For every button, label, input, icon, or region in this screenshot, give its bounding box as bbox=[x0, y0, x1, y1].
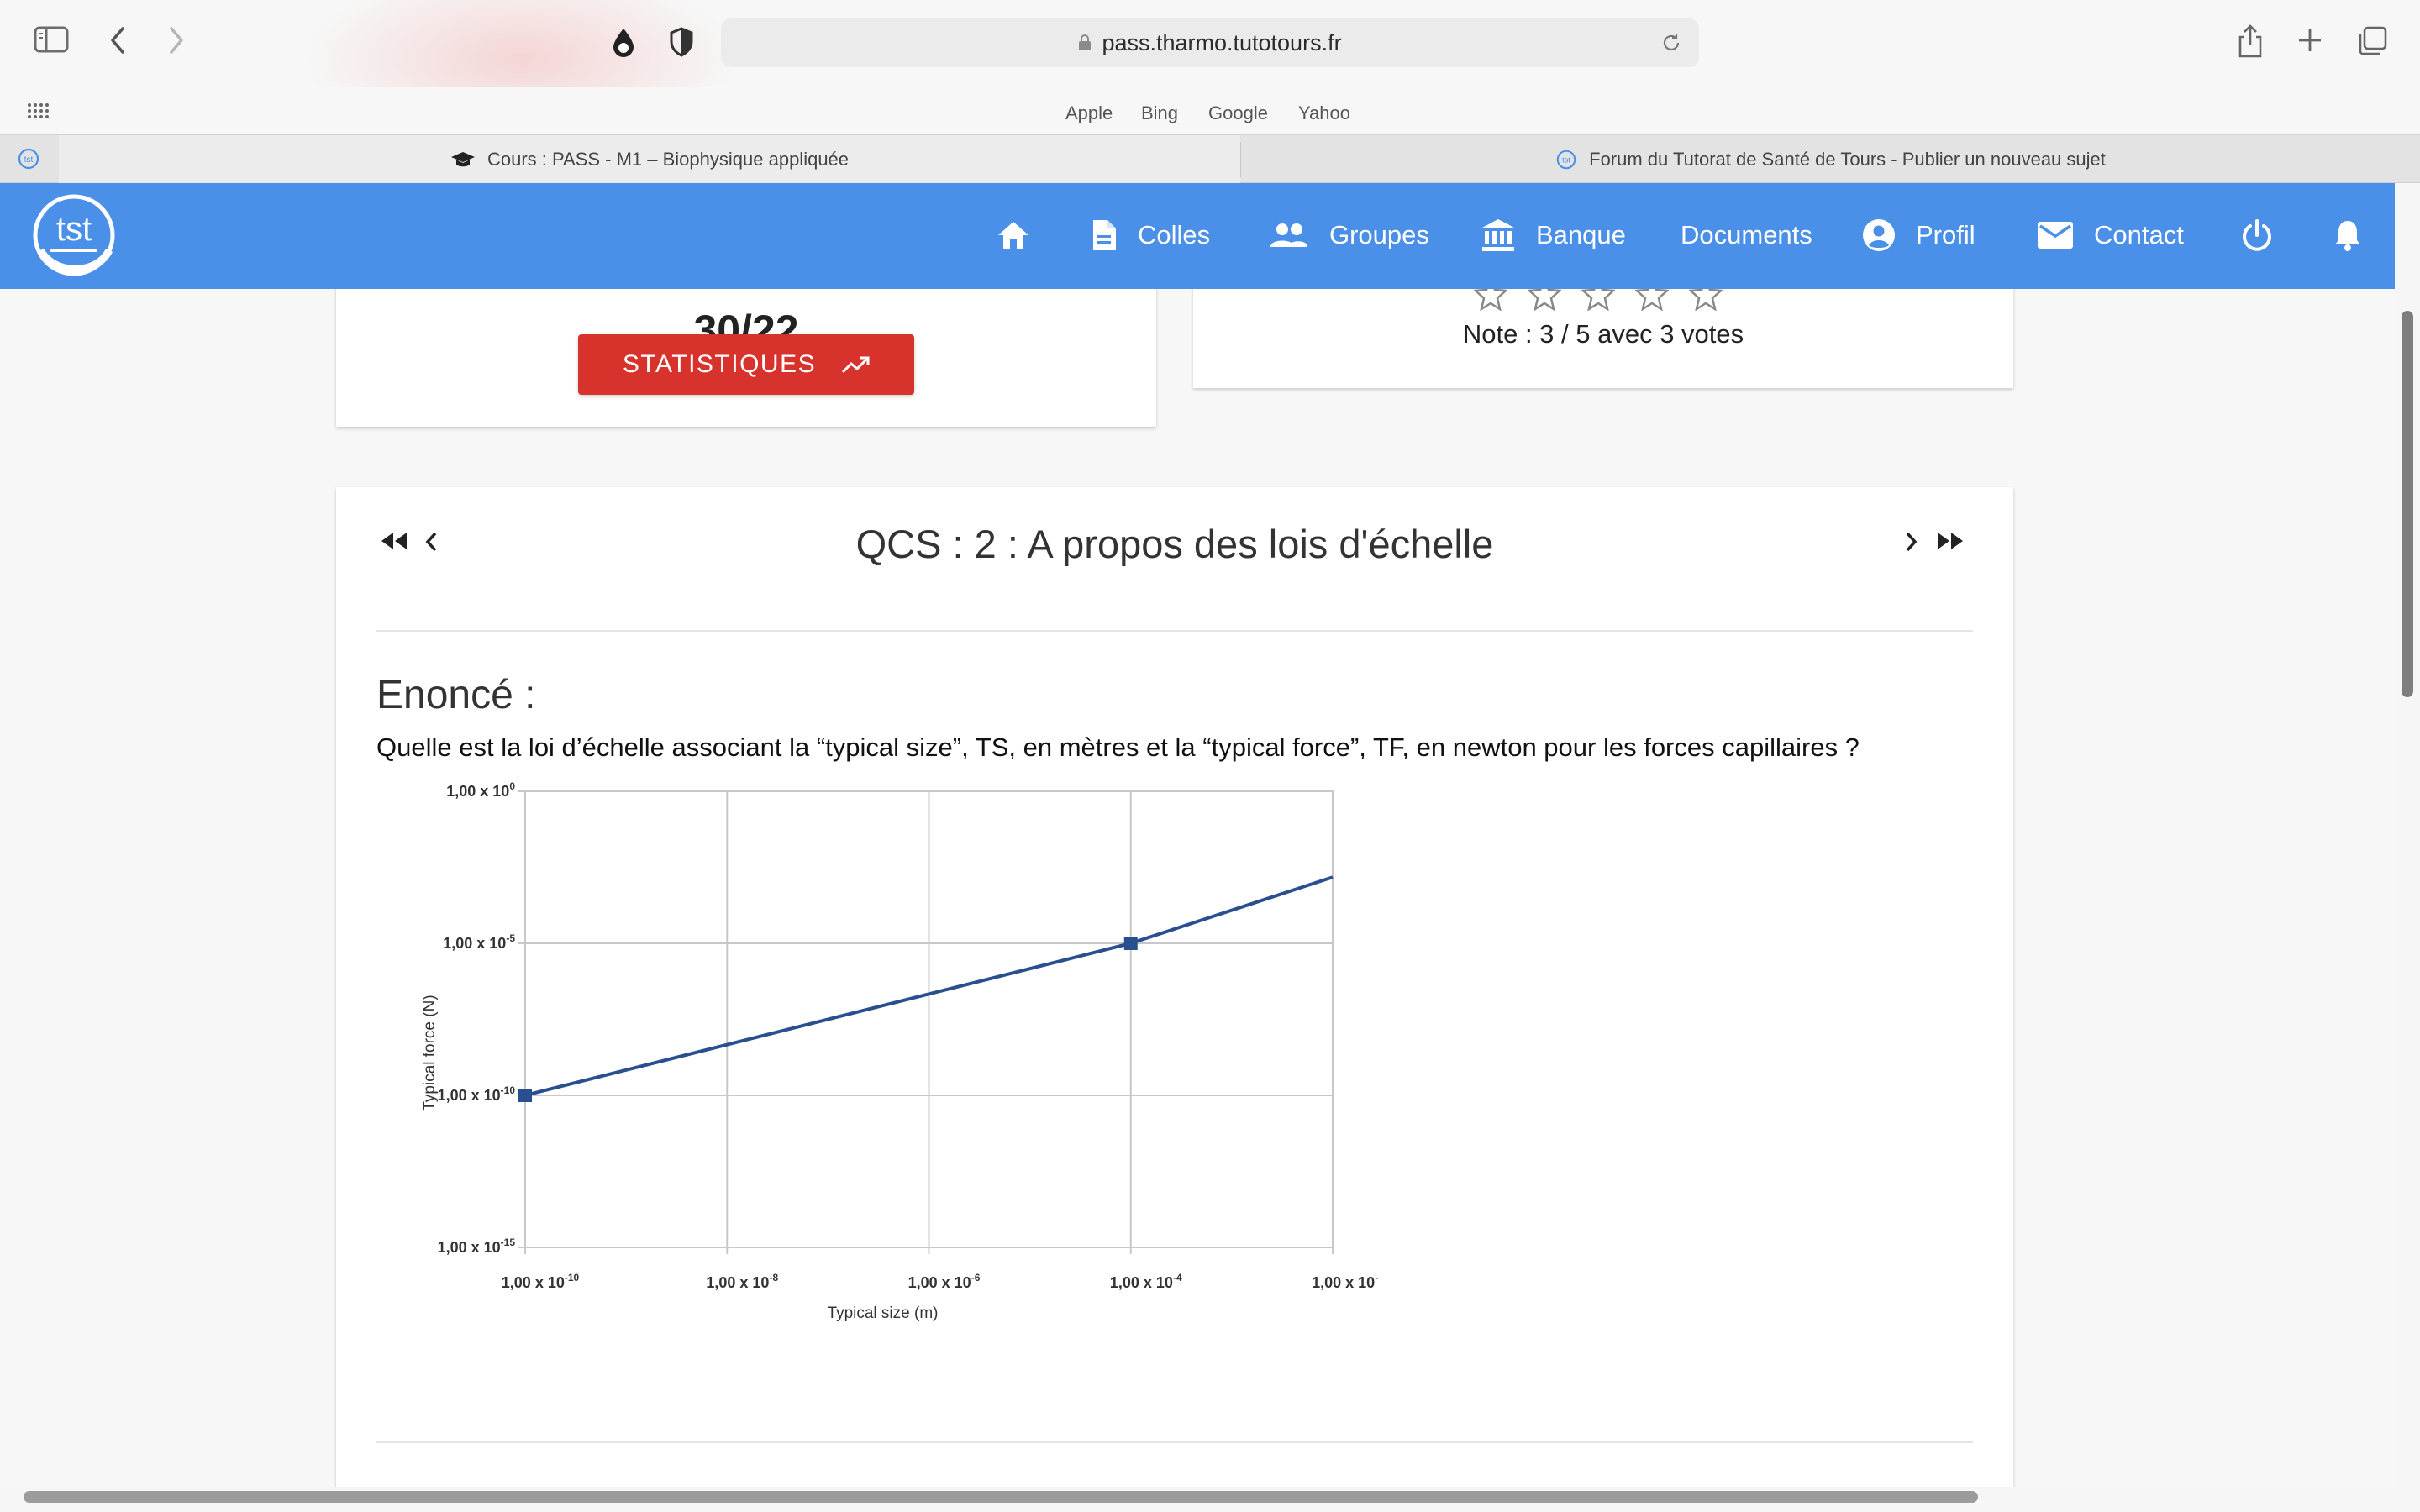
star-icon[interactable] bbox=[1687, 289, 1724, 315]
bottom-divider bbox=[376, 1441, 1973, 1443]
star-icon[interactable] bbox=[1580, 289, 1617, 315]
y-tick-label: 1,00 x 10-15 bbox=[438, 1236, 516, 1256]
x-axis-label: Typical size (m) bbox=[828, 1305, 939, 1322]
nav-label: Groupes bbox=[1329, 220, 1429, 249]
home-icon bbox=[997, 220, 1030, 250]
nav-notifications[interactable] bbox=[2333, 217, 2383, 254]
nav-groupes[interactable]: Groupes bbox=[1269, 217, 1429, 254]
favorite-yahoo[interactable]: Yahoo bbox=[1298, 102, 1350, 124]
document-icon bbox=[1091, 218, 1118, 252]
horizontal-scrollbar[interactable] bbox=[24, 1491, 1978, 1503]
site-navbar: tst Colles Groupes Banque Documents Prof… bbox=[0, 183, 2395, 289]
nav-banque[interactable]: Banque bbox=[1481, 217, 1626, 254]
tab-cours[interactable]: Cours : PASS - M1 – Biophysique appliqué… bbox=[59, 135, 1240, 183]
x-tick-label: 1,00 x 10-10 bbox=[502, 1272, 580, 1291]
share-icon[interactable] bbox=[2235, 24, 2265, 59]
enonce-heading: Enoncé : bbox=[376, 673, 536, 717]
new-tab-icon[interactable] bbox=[2296, 27, 2323, 54]
grid-icon[interactable] bbox=[27, 102, 49, 119]
account-circle-icon bbox=[1862, 218, 1896, 252]
nav-contact[interactable]: Contact bbox=[2037, 217, 2184, 254]
trending-up-icon bbox=[841, 355, 870, 374]
extension-drop-icon[interactable] bbox=[610, 27, 637, 59]
x-tick-label: 1,00 x 10-6 bbox=[908, 1272, 981, 1291]
next-question-icon[interactable] bbox=[1902, 531, 1919, 553]
tab-bar: tst Cours : PASS - M1 – Biophysique appl… bbox=[0, 134, 2420, 183]
nav-colles[interactable]: Colles bbox=[1091, 217, 1210, 254]
stats-card: 30/22 STATISTIQUES bbox=[336, 289, 1156, 427]
nav-home[interactable] bbox=[997, 217, 1050, 254]
button-label: STATISTIQUES bbox=[622, 350, 817, 378]
tab-label: Forum du Tutorat de Santé de Tours - Pub… bbox=[1589, 148, 2106, 170]
power-icon bbox=[2240, 218, 2274, 252]
nav-profil[interactable]: Profil bbox=[1862, 217, 1975, 254]
favorite-bing[interactable]: Bing bbox=[1141, 102, 1178, 124]
graduation-cap-icon bbox=[450, 150, 476, 169]
tst-favicon-icon: tst bbox=[1555, 149, 1577, 171]
favorite-google[interactable]: Google bbox=[1208, 102, 1268, 124]
nav-label: Contact bbox=[2094, 220, 2184, 249]
scaling-law-chart: 1,00 x 10-10 1,00 x 10-8 1,00 x 10-6 1,00 x… bbox=[421, 780, 1378, 1322]
nav-label: Documents bbox=[1681, 220, 1812, 249]
sidebar-toggle-icon[interactable] bbox=[34, 25, 69, 54]
x-tick-label: 1,00 x 10-4 bbox=[1110, 1272, 1182, 1291]
y-tick-label: 1,00 x 10-10 bbox=[438, 1084, 516, 1104]
y-axis-label: Typical force (N) bbox=[421, 995, 439, 1110]
svg-text:tst: tst bbox=[24, 155, 34, 165]
rating-card: Note : 3 / 5 avec 3 votes bbox=[1193, 289, 2013, 388]
people-icon bbox=[1269, 222, 1309, 249]
shield-icon[interactable] bbox=[669, 27, 694, 57]
nav-documents[interactable]: Documents bbox=[1681, 217, 1812, 254]
browser-toolbar: pass.tharmo.tutotours.fr bbox=[0, 0, 2420, 151]
mail-icon bbox=[2037, 221, 2074, 249]
bank-icon bbox=[1481, 218, 1516, 253]
vertical-scrollbar[interactable] bbox=[2402, 311, 2413, 697]
bell-icon bbox=[2333, 218, 2363, 252]
statistiques-button[interactable]: STATISTIQUES bbox=[578, 334, 914, 395]
tab-overview-icon[interactable] bbox=[2356, 25, 2388, 57]
question-title: QCS : 2 : A propos des lois d'échelle bbox=[855, 522, 1494, 566]
nav-label: Banque bbox=[1536, 220, 1626, 249]
tab-forum[interactable]: tst Forum du Tutorat de Santé de Tours -… bbox=[1241, 135, 2420, 183]
favorites-bar: Apple Bing Google Yahoo bbox=[0, 87, 2420, 134]
tst-favicon-icon[interactable]: tst bbox=[17, 147, 40, 171]
star-icon[interactable] bbox=[1526, 289, 1563, 315]
favorite-apple[interactable]: Apple bbox=[1065, 102, 1113, 124]
forward-icon[interactable] bbox=[166, 25, 187, 55]
url-text: pass.tharmo.tutotours.fr bbox=[1102, 29, 1342, 55]
tst-logo[interactable]: tst bbox=[25, 192, 123, 281]
nav-label: Profil bbox=[1916, 220, 1975, 249]
tab-label: Cours : PASS - M1 – Biophysique appliqué… bbox=[487, 148, 850, 170]
address-bar[interactable]: pass.tharmo.tutotours.fr bbox=[721, 18, 1699, 67]
svg-text:tst: tst bbox=[56, 211, 92, 248]
x-tick-label: 1,00 x 10-8 bbox=[706, 1272, 778, 1291]
nav-logout[interactable] bbox=[2240, 217, 2294, 254]
question-text: Quelle est la loi d’échelle associant la… bbox=[376, 732, 1860, 762]
svg-text:tst: tst bbox=[1562, 155, 1570, 164]
last-question-icon[interactable] bbox=[1934, 531, 1966, 553]
lock-icon bbox=[1079, 34, 1092, 50]
title-divider bbox=[376, 630, 1973, 632]
question-nav-right bbox=[1902, 531, 1966, 553]
x-tick-label: 1,00 x 10-2 bbox=[1312, 1272, 1378, 1291]
rating-text: Note : 3 / 5 avec 3 votes bbox=[1462, 319, 1744, 349]
star-icon[interactable] bbox=[1634, 289, 1670, 315]
data-point bbox=[518, 1089, 532, 1102]
back-icon[interactable] bbox=[108, 25, 128, 55]
nav-label: Colles bbox=[1138, 220, 1211, 249]
y-tick-label: 1,00 x 100 bbox=[446, 780, 515, 800]
star-icon[interactable] bbox=[1472, 289, 1509, 315]
data-point bbox=[1123, 937, 1138, 950]
reload-icon[interactable] bbox=[1660, 32, 1682, 54]
y-tick-label: 1,00 x 10-5 bbox=[443, 932, 515, 952]
